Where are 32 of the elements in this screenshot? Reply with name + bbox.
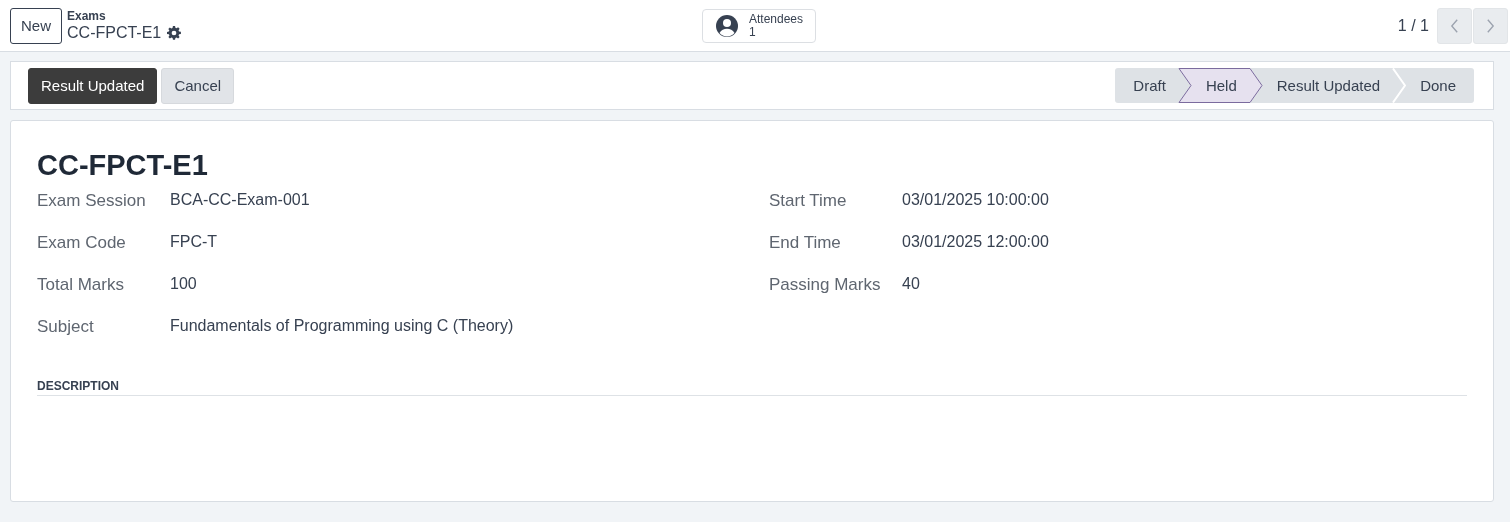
chevron-right-icon (1486, 17, 1495, 34)
pager-text: 1 / 1 (1397, 16, 1429, 35)
record-name: CC-FPCT-E1 (67, 22, 162, 43)
field-value: 40 (902, 275, 920, 293)
field-value: 03/01/2025 10:00:00 (902, 191, 1049, 209)
field-label: Exam Session (37, 191, 147, 211)
field-label: Exam Code (37, 233, 127, 253)
field-value: 100 (170, 275, 197, 293)
attendees-button[interactable]: Attendees 1 (701, 8, 816, 43)
breadcrumb-link[interactable]: Exams (67, 8, 182, 23)
field-label: Subject (37, 317, 95, 337)
field-label: Start Time (769, 191, 848, 211)
next-button[interactable] (1473, 7, 1508, 44)
chevron-left-icon (1450, 17, 1459, 34)
field-label: Total Marks (37, 275, 125, 295)
settings-icon[interactable] (167, 25, 182, 40)
stage-chevron-separator (1248, 68, 1263, 103)
previous-button[interactable] (1437, 7, 1472, 44)
record-title: CC-FPCT-E1 (37, 148, 209, 183)
field-label: End Time (769, 233, 842, 253)
field-value: Fundamentals of Programming using C (Theory) (170, 317, 514, 335)
action-button[interactable]: Cancel (161, 67, 235, 104)
person-icon (714, 13, 739, 38)
field-value: BCA-CC-Exam-001 (170, 191, 310, 209)
primary-action-button[interactable]: Result Updated (28, 67, 158, 104)
new-button[interactable]: New (10, 7, 62, 44)
stage-chevron-separator (1177, 68, 1192, 103)
field-value: FPC-T (170, 233, 218, 251)
field-value: 03/01/2025 12:00:00 (902, 233, 1049, 251)
field-label: Passing Marks (769, 275, 882, 295)
section-heading: DESCRIPTION (37, 379, 1467, 396)
stage-chevron-separator (1392, 68, 1407, 103)
